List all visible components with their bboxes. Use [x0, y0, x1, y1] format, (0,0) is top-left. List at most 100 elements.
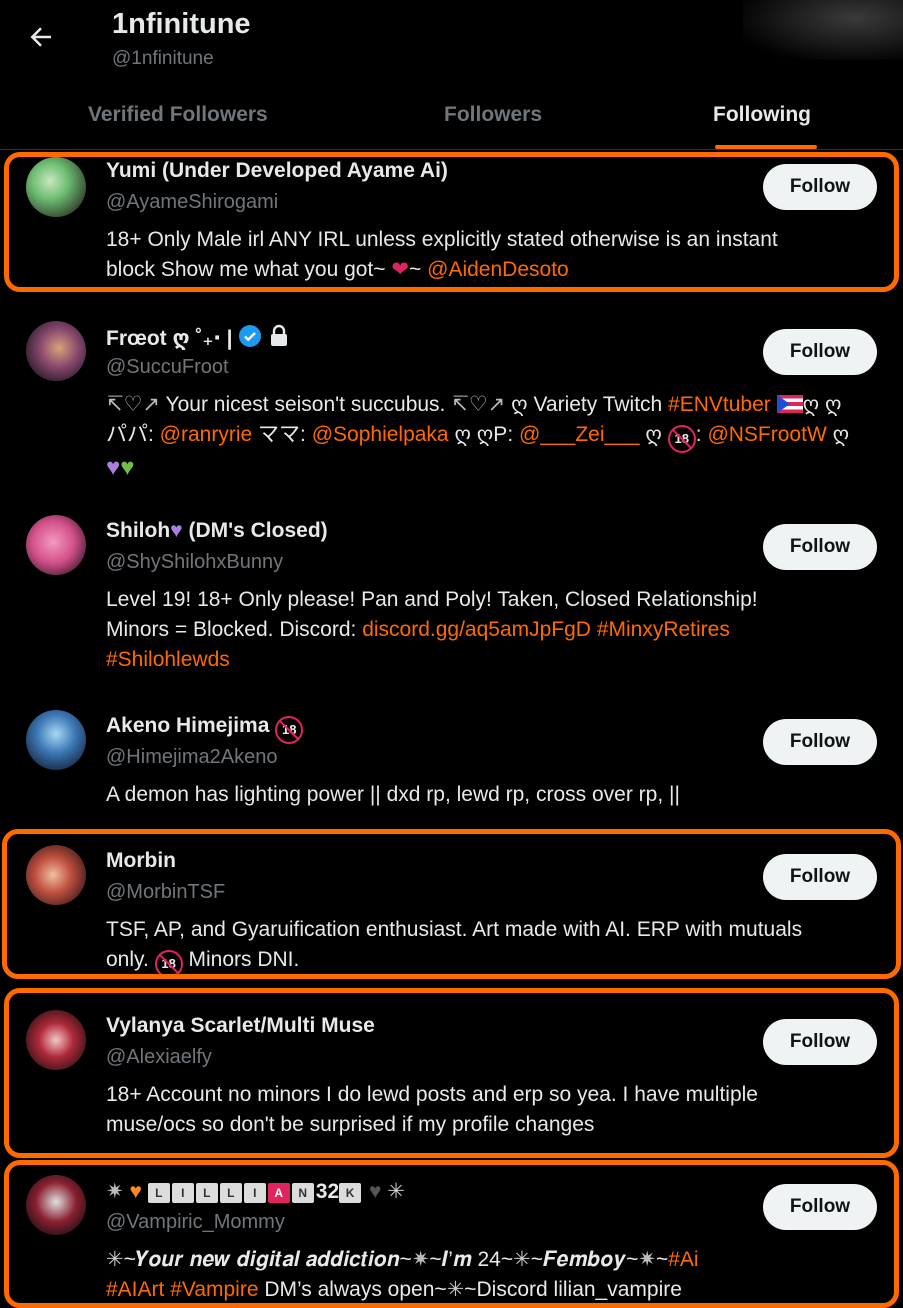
avatar[interactable] — [26, 710, 86, 770]
spider-web-icon: ✳ — [387, 1180, 405, 1203]
user-row[interactable]: ✷ ♥ L I L L I A N 32 K ♥ ✳ @Vampiric_Mommy ✳~𝒀𝒐𝒖… — [0, 1160, 903, 1308]
hashtag-link[interactable]: #Shilohlewds — [106, 648, 230, 671]
purple-heart-icon: ♥ — [170, 519, 183, 542]
bio-text: Your nicest seison't succubus. — [165, 393, 452, 416]
mention-link[interactable]: @ranryrie — [160, 423, 253, 446]
follow-button[interactable]: Follow — [763, 1019, 877, 1065]
user-name-wrap[interactable]: ✷ ♥ L I L L I A N 32 K ♥ ✳ — [106, 1179, 405, 1204]
mention-link[interactable]: @___Zei___ — [519, 423, 640, 446]
avatar[interactable] — [26, 1010, 86, 1070]
user-row[interactable]: Yumi (Under Developed Ayame Ai) @AyameSh… — [0, 150, 903, 310]
bio-text: only. — [106, 948, 155, 971]
user-name: Frœot ღ ˚₊‧ | — [106, 327, 233, 350]
avatar[interactable] — [26, 845, 86, 905]
tab-followers[interactable]: Followers — [444, 103, 542, 127]
user-handle[interactable]: @Himejima2Akeno — [106, 746, 277, 769]
discord-link[interactable]: discord.gg/aq5amJpFgD — [362, 618, 591, 641]
letter-keycap: A — [267, 1183, 290, 1203]
follow-button[interactable]: Follow — [763, 719, 877, 765]
arrow-left-icon[interactable] — [26, 22, 56, 52]
bio-text: ღ — [639, 423, 668, 446]
hashtag-link[interactable]: #ENVtuber — [668, 393, 771, 416]
bio-text: ~𝑭𝒆𝒎𝒃𝒐𝒚~ — [530, 1248, 639, 1271]
bio-text: ღ ღP: — [448, 423, 519, 446]
bio-line: Level 19! 18+ Only please! Pan and Poly!… — [106, 588, 758, 611]
user-name[interactable]: Morbin — [106, 849, 176, 873]
user-handle[interactable]: @AyameShirogami — [106, 191, 278, 214]
bio-line: #AIArt #Vampire DM’s always open~✳~Disco… — [106, 1275, 876, 1305]
user-bio: A demon has lighting power || dxd rp, le… — [106, 780, 876, 810]
mention-link[interactable]: @AidenDesoto — [427, 258, 569, 281]
header-blur-image — [743, 0, 903, 60]
spider-web-icon: ✳ — [513, 1248, 531, 1271]
follow-button[interactable]: Follow — [763, 854, 877, 900]
bio-line: パパ: @ranryrie ママ: @Sophielpaka ღ ღP: @__… — [106, 420, 876, 453]
user-name-suffix: (DM's Closed) — [182, 519, 328, 542]
user-name-wrap[interactable]: Frœot ღ ˚₊‧ | — [106, 324, 290, 351]
purple-heart-icon: ♥ — [106, 454, 121, 481]
avatar[interactable] — [26, 515, 86, 575]
bio-text: block Show me what you got~ — [106, 258, 392, 281]
user-row[interactable]: Vylanya Scarlet/Multi Muse @Alexiaelfy 1… — [0, 990, 903, 1160]
user-handle[interactable]: @MorbinTSF — [106, 881, 225, 904]
user-name[interactable]: Vylanya Scarlet/Multi Muse — [106, 1014, 375, 1038]
letter-keycap: L — [195, 1183, 218, 1203]
verified-badge-icon — [239, 325, 262, 347]
follow-button[interactable]: Follow — [763, 1184, 877, 1230]
mention-link[interactable]: @Sophielpaka — [312, 423, 449, 446]
user-handle[interactable]: @ShyShilohxBunny — [106, 551, 283, 574]
bio-line: 18+ Account no minors I do lewd posts an… — [106, 1083, 758, 1106]
follow-button[interactable]: Follow — [763, 164, 877, 210]
user-name-wrap[interactable]: Shiloh♥ (DM's Closed) — [106, 519, 328, 543]
user-handle[interactable]: @Alexiaelfy — [106, 1046, 212, 1069]
bio-text: ~𝑰’𝒎 24~ — [429, 1248, 514, 1271]
puerto-rico-flag-icon — [776, 395, 803, 413]
letter-keycap: N — [291, 1183, 314, 1203]
user-handle[interactable]: @SuccuFroot — [106, 356, 229, 379]
tab-following[interactable]: Following — [713, 103, 811, 127]
bio-line: ↸♡↗ Your nicest seison't succubus. ↸♡↗ ღ… — [106, 390, 876, 420]
hashtag-link[interactable]: #Vampire — [164, 1278, 258, 1301]
sparkle-heart-icon: ↸♡↗ — [451, 393, 506, 416]
letter-keycap: L — [219, 1183, 242, 1203]
hashtag-link[interactable]: #AIArt — [106, 1278, 164, 1301]
avatar[interactable] — [26, 321, 86, 381]
page-handle: @1nfinitune — [112, 48, 214, 69]
bio-text: パパ: — [106, 423, 160, 446]
hashtag-link[interactable]: #MinxyRetires — [591, 618, 730, 641]
user-row[interactable]: Morbin @MorbinTSF TSF, AP, and Gyaruific… — [0, 830, 903, 990]
letter-keycap: L — [147, 1183, 170, 1203]
no-under-18-icon: 18 — [154, 950, 183, 978]
sparkle-heart-icon: ↸♡↗ — [106, 393, 161, 416]
bio-text: Minors DNI. — [182, 948, 300, 971]
bio-text: ママ: — [252, 423, 312, 446]
bio-text: ღ — [826, 423, 850, 446]
user-name: Shiloh — [106, 519, 171, 542]
user-row[interactable]: Shiloh♥ (DM's Closed) @ShyShilohxBunny L… — [0, 500, 903, 695]
spider-icon: ✷ — [638, 1248, 656, 1271]
spider-icon: ✷ — [106, 1180, 124, 1203]
hashtag-link[interactable]: #Ai — [668, 1248, 698, 1271]
user-row[interactable]: Frœot ღ ˚₊‧ | @SuccuFroot ↸♡↗ Your nices… — [0, 310, 903, 500]
follow-button[interactable]: Follow — [763, 524, 877, 570]
user-row[interactable]: Akeno Himejima 18 @Himejima2Akeno A demo… — [0, 695, 903, 830]
user-bio: ↸♡↗ Your nicest seison't succubus. ↸♡↗ ღ… — [106, 390, 876, 484]
user-bio: 18+ Only Male irl ANY IRL unless explici… — [106, 225, 876, 285]
follow-button[interactable]: Follow — [763, 329, 877, 375]
mention-link[interactable]: @NSFrootW — [707, 423, 826, 446]
black-heart-icon: ♥ — [368, 1180, 382, 1203]
letter-keycap: K — [339, 1183, 362, 1203]
bio-line: ✳~𝒀𝒐𝒖𝒓 𝒏𝒆𝒘 𝒅𝒊𝒈𝒊𝒕𝒂𝒍 𝒂𝒅𝒅𝒊𝒄𝒕𝒊𝒐𝒏~✷~𝑰’𝒎 24~✳~… — [106, 1245, 876, 1275]
lock-icon — [271, 324, 288, 346]
user-name[interactable]: Yumi (Under Developed Ayame Ai) — [106, 159, 448, 183]
user-name-wrap[interactable]: Akeno Himejima 18 — [106, 714, 304, 744]
avatar[interactable] — [26, 1175, 86, 1235]
user-handle[interactable]: @Vampiric_Mommy — [106, 1211, 285, 1234]
tab-verified-followers[interactable]: Verified Followers — [88, 103, 268, 127]
bio-text: ~ — [409, 258, 428, 281]
top-bar: 1nfinitune @1nfinitune Verified Follower… — [0, 0, 903, 150]
spider-web-icon: ✳ — [446, 1278, 465, 1301]
user-bio: TSF, AP, and Gyaruification enthusiast. … — [106, 915, 876, 978]
user-bio: 18+ Account no minors I do lewd posts an… — [106, 1080, 876, 1140]
avatar[interactable] — [26, 157, 86, 217]
